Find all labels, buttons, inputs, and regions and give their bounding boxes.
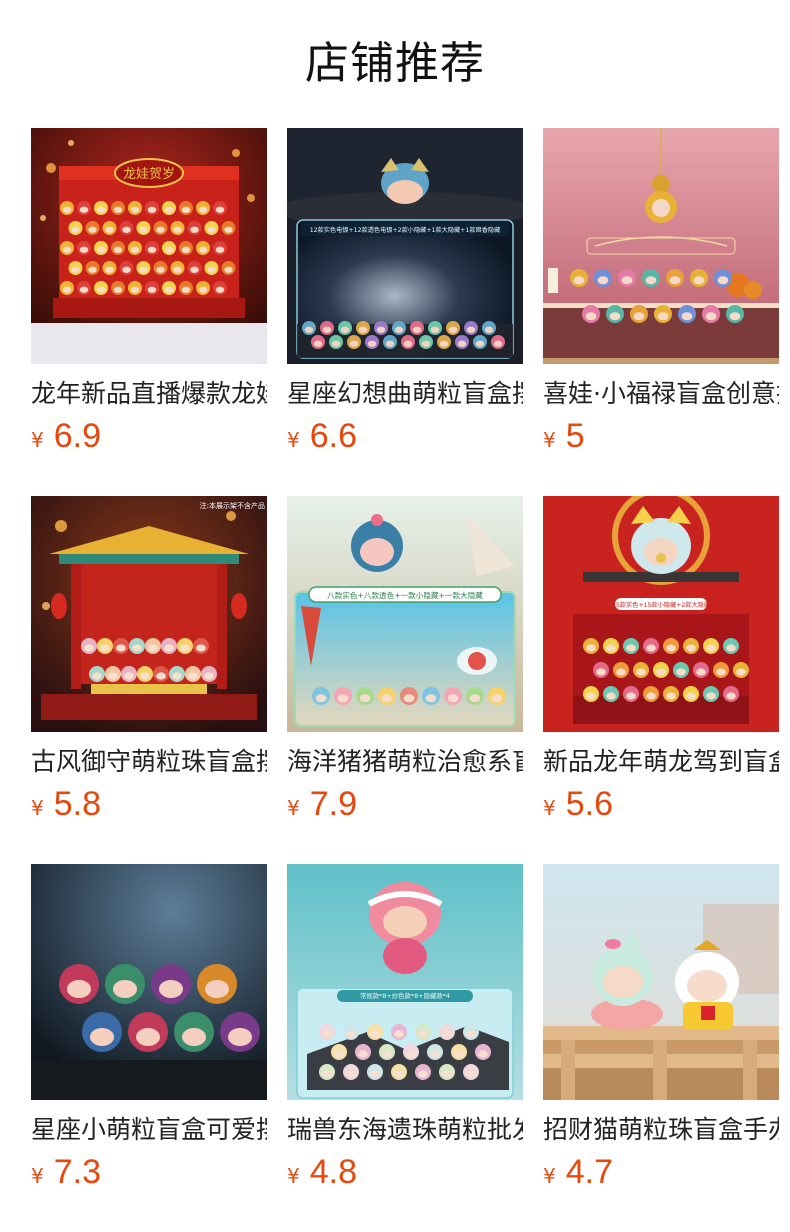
recommend-page: 店铺推荐 龙娃贺岁 龙年新品直播爆款龙娃 ¥ 6.9 12款实色电镀+12款透色… [0,0,790,1232]
product-card[interactable]: 常规款*8+炒色款*8+隐藏款*4 瑞兽东海遗珠萌粒批发 ¥4.8 [287,864,523,1232]
product-image[interactable]: 八款实色+八款透色+一款小隐藏+一款大隐藏 [287,496,523,732]
product-card[interactable]: 15款实色+15款小隐藏+2款大隐藏 新品龙年萌龙驾到盲盒 ¥5.6 [543,496,779,864]
ocean-piggy-image: 八款实色+八款透色+一款小隐藏+一款大隐藏 [287,496,523,732]
product-price: ¥7.9 [287,784,523,824]
product-price: ¥5 [543,416,779,456]
product-price: ¥6.9 [31,416,267,456]
price-value: 4.7 [565,1153,613,1191]
product-card[interactable]: 12款实色电镀+12款透色电镀+2款小隐藏+1款大隐藏+1款暗香隐藏 星座幻想曲… [287,128,523,496]
product-price: ¥5.8 [31,784,267,824]
currency-symbol: ¥ [543,428,556,452]
banner-text: 龙娃贺岁 [123,167,175,182]
product-card[interactable]: 八款实色+八款透色+一款小隐藏+一款大隐藏 海洋猪猪萌粒治愈系盲盒 ¥7.9 [287,496,523,864]
product-image[interactable]: 12款实色电镀+12款透色电镀+2款小隐藏+1款大隐藏+1款暗香隐藏 [287,128,523,364]
product-name[interactable]: 星座幻想曲萌粒盲盒摆件 [287,376,523,412]
product-price: ¥7.3 [31,1152,267,1192]
product-name[interactable]: 星座小萌粒盲盒可爱摆件 [31,1112,267,1148]
currency-symbol: ¥ [31,428,44,452]
product-image[interactable] [543,864,779,1100]
product-image[interactable]: 常规款*8+炒色款*8+隐藏款*4 [287,864,523,1100]
product-image[interactable] [31,864,267,1100]
currency-symbol: ¥ [287,1164,300,1188]
product-card[interactable]: 招财猫萌粒珠盲盒手办 ¥4.7 [543,864,779,1232]
product-name[interactable]: 龙年新品直播爆款龙娃 [31,376,267,412]
product-name[interactable]: 海洋猪猪萌粒治愈系盲盒 [287,744,523,780]
price-value: 5.6 [565,785,613,823]
section-title: 店铺推荐 [305,38,485,89]
banner-text: 常规款*8+炒色款*8+隐藏款*4 [360,991,450,1000]
currency-symbol: ¥ [287,796,300,820]
price-value: 4.8 [309,1153,357,1191]
product-card[interactable]: 注:本展示架不含产品 古风御守萌粒珠盲盒摆件 ¥5.8 [31,496,267,864]
product-grid: 龙娃贺岁 龙年新品直播爆款龙娃 ¥6.9 12款实色电镀+12款透色电镀+2款小… [31,128,779,1232]
banner-text: 15款实色+15款小隐藏+2款大隐藏 [612,601,710,609]
product-card[interactable]: 星座小萌粒盲盒可爱摆件 ¥7.3 [31,864,267,1232]
banner-text: 八款实色+八款透色+一款小隐藏+一款大隐藏 [327,590,483,600]
product-name[interactable]: 瑞兽东海遗珠萌粒批发 [287,1112,523,1148]
image-note: 注:本展示架不含产品 [200,501,265,510]
product-card[interactable]: 龙娃贺岁 龙年新品直播爆款龙娃 ¥6.9 [31,128,267,496]
zodiac-fantasy-image: 12款实色电镀+12款透色电镀+2款小隐藏+1款大隐藏+1款暗香隐藏 [287,128,523,364]
product-price: ¥4.8 [287,1152,523,1192]
product-price: ¥5.6 [543,784,779,824]
product-name[interactable]: 古风御守萌粒珠盲盒摆件 [31,744,267,780]
product-name[interactable]: 招财猫萌粒珠盲盒手办 [543,1112,779,1148]
product-image[interactable]: 15款实色+15款小隐藏+2款大隐藏 [543,496,779,732]
banner-text: 12款实色电镀+12款透色电镀+2款小隐藏+1款大隐藏+1款暗香隐藏 [310,226,501,234]
product-card[interactable]: 喜娃·小福禄盲盒创意摆件 ¥5 [543,128,779,496]
lion-dance-dragon-image: 15款实色+15款小隐藏+2款大隐藏 [543,496,779,732]
currency-symbol: ¥ [287,428,300,452]
currency-symbol: ¥ [31,1164,44,1188]
zodiac-cute-figures-image [31,864,267,1100]
ancient-pavilion-image: 注:本展示架不含产品 [31,496,267,732]
price-value: 7.9 [309,785,357,823]
product-name[interactable]: 新品龙年萌龙驾到盲盒 [543,744,779,780]
price-value: 6.6 [309,417,357,455]
product-image[interactable]: 龙娃贺岁 [31,128,267,364]
currency-symbol: ¥ [543,1164,556,1188]
product-price: ¥4.7 [543,1152,779,1192]
price-value: 5 [565,417,585,455]
product-name[interactable]: 喜娃·小福禄盲盒创意摆件 [543,376,779,412]
currency-symbol: ¥ [543,796,556,820]
currency-symbol: ¥ [31,796,44,820]
gourd-blessing-image [543,128,779,364]
product-image[interactable]: 注:本展示架不含产品 [31,496,267,732]
price-value: 6.9 [53,417,101,455]
product-price: ¥6.6 [287,416,523,456]
dragon-blindbox-stage-image: 龙娃贺岁 [31,128,267,364]
price-value: 5.8 [53,785,101,823]
product-image[interactable] [543,128,779,364]
lucky-cat-image [543,864,779,1100]
price-value: 7.3 [53,1153,101,1191]
auspicious-beast-image: 常规款*8+炒色款*8+隐藏款*4 [287,864,523,1100]
